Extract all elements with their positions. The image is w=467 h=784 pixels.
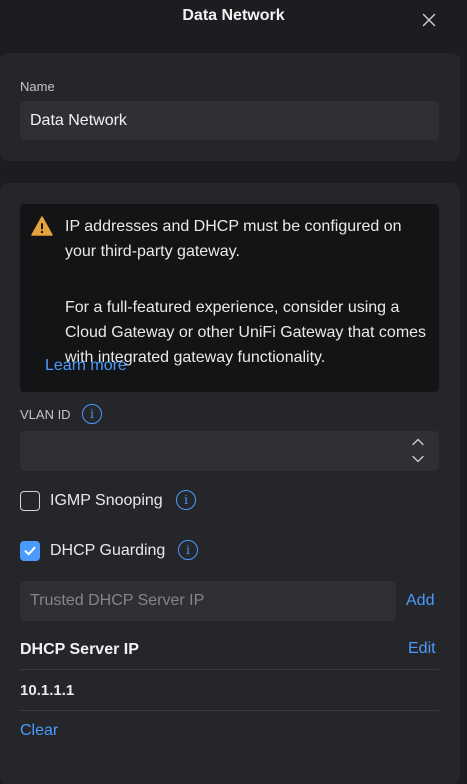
dhcp-guarding-label: DHCP Guarding: [50, 542, 166, 559]
close-button[interactable]: [419, 10, 439, 30]
check-icon: [24, 546, 36, 556]
panel-header: Data Network: [0, 0, 467, 40]
learn-more-link[interactable]: Learn more: [45, 357, 127, 375]
notice-text-primary: IP addresses and DHCP must be configured…: [65, 218, 402, 260]
dhcp-server-ip-value: 10.1.1.1: [20, 682, 75, 699]
warning-icon: [31, 216, 53, 236]
settings-card: IP addresses and DHCP must be configured…: [0, 183, 460, 784]
divider: [20, 710, 439, 711]
add-button[interactable]: Add: [406, 592, 434, 610]
name-input[interactable]: Data Network: [20, 101, 439, 140]
chevron-up-icon[interactable]: [411, 437, 425, 447]
edit-button[interactable]: Edit: [408, 640, 436, 658]
name-card: Name Data Network: [0, 53, 460, 161]
igmp-snooping-checkbox[interactable]: [20, 491, 40, 511]
dhcp-guarding-checkbox[interactable]: [20, 541, 40, 561]
igmp-snooping-label: IGMP Snooping: [50, 492, 163, 509]
panel-title: Data Network: [182, 7, 285, 24]
igmp-info-icon[interactable]: i: [176, 490, 196, 510]
clear-button[interactable]: Clear: [20, 722, 58, 740]
trusted-dhcp-server-input[interactable]: Trusted DHCP Server IP: [20, 581, 396, 621]
vlan-id-label: VLAN ID: [20, 407, 71, 422]
dhcp-server-ip-title: DHCP Server IP: [20, 641, 139, 658]
name-label: Name: [20, 79, 55, 94]
dhcp-guarding-info-icon[interactable]: i: [178, 540, 198, 560]
vlan-id-input[interactable]: [20, 431, 439, 471]
network-settings-panel: Data Network Name Data Network IP addres…: [0, 0, 467, 784]
divider: [20, 669, 439, 670]
chevron-down-icon[interactable]: [411, 454, 425, 464]
close-icon: [422, 13, 436, 27]
vlan-info-icon[interactable]: i: [82, 404, 102, 424]
